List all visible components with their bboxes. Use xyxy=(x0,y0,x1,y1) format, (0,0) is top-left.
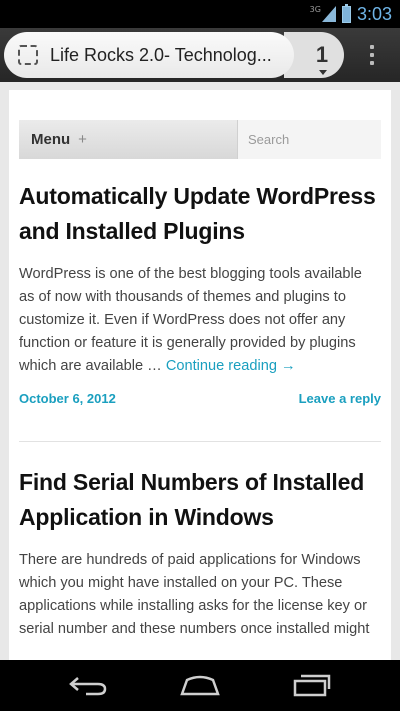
network-type-label: 3G xyxy=(309,4,321,14)
status-bar: 3G 3:03 xyxy=(0,0,400,28)
browser-toolbar: Life Rocks 2.0- Technolog... 1 xyxy=(0,28,400,82)
menu-label: Menu xyxy=(31,131,71,148)
content-area: Menu + Automatically Update WordPress an… xyxy=(9,90,391,660)
overflow-menu-icon[interactable] xyxy=(356,32,388,78)
back-arrow-glyph xyxy=(69,677,107,696)
home-icon[interactable] xyxy=(170,668,230,702)
search-input[interactable] xyxy=(237,120,381,159)
system-navigation-bar xyxy=(0,660,400,711)
menu-dot xyxy=(370,61,374,65)
tabs-button[interactable]: 1 xyxy=(300,32,344,78)
post-excerpt: WordPress is one of the best blogging to… xyxy=(19,263,381,378)
menu-dot xyxy=(370,45,374,49)
plus-icon: + xyxy=(78,131,87,148)
clock: 3:03 xyxy=(356,3,392,24)
post-excerpt: There are hundreds of paid applications … xyxy=(19,552,370,637)
divider xyxy=(19,441,381,442)
favicon-icon xyxy=(18,45,38,65)
leave-reply-link[interactable]: Leave a reply xyxy=(299,391,381,406)
page-title-in-url-bar[interactable]: Life Rocks 2.0- Technolog... xyxy=(50,45,290,66)
status-icons: 3G 3:03 xyxy=(310,3,392,25)
web-page[interactable]: Menu + Automatically Update WordPress an… xyxy=(0,82,400,660)
site-navigation: Menu + xyxy=(19,120,381,159)
menu-toggle-button[interactable]: Menu + xyxy=(19,120,237,159)
home-glyph xyxy=(180,675,220,696)
recents-glyph xyxy=(293,674,331,697)
post-article: Find Serial Numbers of Installed Applica… xyxy=(19,465,381,641)
recents-icon[interactable] xyxy=(282,668,342,702)
continue-reading-link[interactable]: Continue reading → xyxy=(166,358,296,374)
post-article: Automatically Update WordPress and Insta… xyxy=(19,179,381,406)
menu-dot xyxy=(370,53,374,57)
post-title-link[interactable]: Automatically Update WordPress and Insta… xyxy=(19,179,381,249)
post-date-link[interactable]: October 6, 2012 xyxy=(19,391,116,406)
signal-icon xyxy=(321,6,336,22)
post-meta: October 6, 2012 Leave a reply xyxy=(19,391,381,406)
back-icon[interactable] xyxy=(58,668,118,702)
battery-icon xyxy=(341,3,351,23)
post-title-link[interactable]: Find Serial Numbers of Installed Applica… xyxy=(19,465,381,535)
tab-count: 1 xyxy=(315,42,329,75)
url-bar[interactable]: Life Rocks 2.0- Technolog... xyxy=(4,32,294,78)
